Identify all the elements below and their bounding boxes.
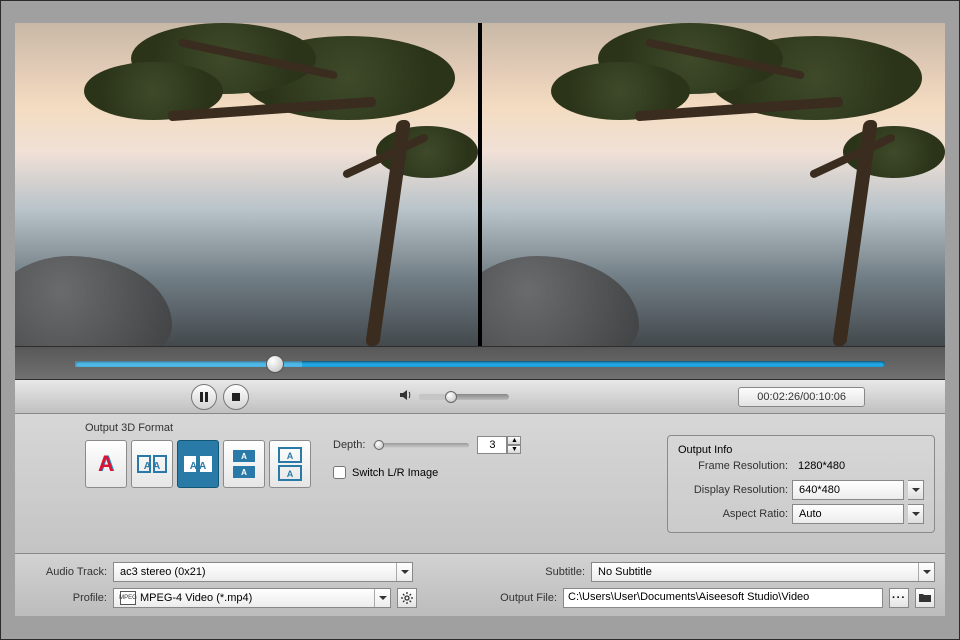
svg-text:A A: A A xyxy=(144,461,160,472)
3d-format-tab-half[interactable]: AA xyxy=(223,440,265,488)
video-preview-right xyxy=(482,23,945,346)
aspect-ratio-value: Auto xyxy=(792,504,904,524)
chevron-down-icon xyxy=(374,589,390,607)
frame-res-label: Frame Resolution: xyxy=(678,460,788,472)
volume-icon[interactable] xyxy=(399,388,413,405)
chevron-down-icon xyxy=(396,563,412,581)
output-file-label: Output File: xyxy=(483,592,557,604)
video-preview-area xyxy=(15,23,945,346)
depth-value-input[interactable] xyxy=(477,436,507,454)
3d-format-sbs-full[interactable]: A A xyxy=(177,440,219,488)
aspect-ratio-dropdown[interactable] xyxy=(908,504,924,524)
profile-value: MPEG-4 Video (*.mp4) xyxy=(140,592,252,604)
output-info-title: Output Info xyxy=(678,444,732,456)
footer-settings: Audio Track: ac3 stereo (0x21) Subtitle:… xyxy=(15,554,945,616)
volume-slider[interactable] xyxy=(419,394,509,400)
profile-select[interactable]: MPEG MPEG-4 Video (*.mp4) xyxy=(113,588,391,608)
playback-controls: 00:02:26/00:10:06 xyxy=(15,380,945,414)
mpeg-icon: MPEG xyxy=(120,591,136,605)
subtitle-select[interactable]: No Subtitle xyxy=(591,562,935,582)
3d-format-sbs-half[interactable]: A A xyxy=(131,440,173,488)
depth-decrement[interactable]: ▼ xyxy=(507,445,521,454)
depth-slider[interactable] xyxy=(373,443,469,448)
svg-text:A A: A A xyxy=(190,461,206,472)
display-res-label: Display Resolution: xyxy=(678,484,788,496)
video-preview-left xyxy=(15,23,478,346)
output-info-panel: Output Info Frame Resolution: 1280*480 D… xyxy=(613,414,945,553)
output-file-field[interactable]: C:\Users\User\Documents\Aiseesoft Studio… xyxy=(563,588,883,608)
seek-track[interactable] xyxy=(75,361,885,367)
settings-panels: Output 3D Format A A A A A AA AA Depth: xyxy=(15,414,945,554)
output-3d-panel: Output 3D Format A A A A A AA AA xyxy=(15,414,323,553)
app-window: 00:02:26/00:10:06 Output 3D Format A A A… xyxy=(0,0,960,640)
output-file-browse-button[interactable] xyxy=(915,588,935,608)
pause-button[interactable] xyxy=(191,384,217,410)
subtitle-value: No Subtitle xyxy=(598,566,652,578)
ellipsis-icon: ··· xyxy=(892,592,906,604)
3d-format-anaglyph[interactable]: A xyxy=(85,440,127,488)
svg-text:A: A xyxy=(241,468,247,477)
depth-spinner[interactable]: ▲ ▼ xyxy=(477,436,521,454)
audio-track-select[interactable]: ac3 stereo (0x21) xyxy=(113,562,413,582)
output-file-more-button[interactable]: ··· xyxy=(889,588,909,608)
frame-res-value: 1280*480 xyxy=(792,456,924,476)
audio-track-value: ac3 stereo (0x21) xyxy=(120,566,206,578)
gear-icon xyxy=(401,592,413,604)
folder-icon xyxy=(919,593,931,603)
chevron-down-icon xyxy=(918,563,934,581)
depth-panel: Depth: ▲ ▼ Switch L/R Image xyxy=(323,414,613,553)
svg-text:A: A xyxy=(287,451,294,461)
depth-increment[interactable]: ▲ xyxy=(507,436,521,445)
subtitle-label: Subtitle: xyxy=(525,566,585,578)
output-3d-title: Output 3D Format xyxy=(85,422,313,434)
time-display: 00:02:26/00:10:06 xyxy=(738,387,865,407)
profile-label: Profile: xyxy=(25,592,107,604)
switch-lr-label: Switch L/R Image xyxy=(352,467,438,479)
svg-text:A: A xyxy=(241,452,247,461)
seek-bar-area xyxy=(15,346,945,380)
audio-track-label: Audio Track: xyxy=(25,566,107,578)
seek-thumb[interactable] xyxy=(266,355,284,373)
svg-text:A: A xyxy=(287,469,294,479)
volume-thumb[interactable] xyxy=(445,391,457,403)
switch-lr-checkbox[interactable] xyxy=(333,466,346,479)
stop-button[interactable] xyxy=(223,384,249,410)
display-res-dropdown[interactable] xyxy=(908,480,924,500)
depth-label: Depth: xyxy=(333,439,365,451)
3d-format-tab-full[interactable]: AA xyxy=(269,440,311,488)
profile-settings-button[interactable] xyxy=(397,588,417,608)
depth-thumb[interactable] xyxy=(374,440,384,450)
display-res-value: 640*480 xyxy=(792,480,904,500)
aspect-ratio-label: Aspect Ratio: xyxy=(678,508,788,520)
